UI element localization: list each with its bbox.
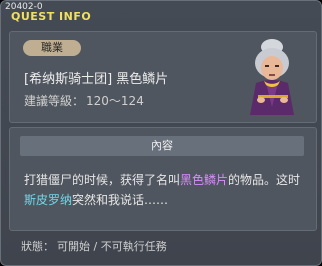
npc-portrait: [250, 39, 294, 115]
quest-content-panel: 內容 打猎僵尸的时候，获得了名叫黑色鳞片的物品。这时斯皮罗纳突然和我说话……: [9, 127, 317, 231]
npc-highlight: 斯皮罗纳: [24, 193, 73, 207]
description-text: 的物品。这时: [228, 173, 301, 187]
quest-summary-panel: 職業 [希纳斯骑士团] 黑色鳞片 建議等級： 120～124: [9, 31, 317, 123]
status-label: 狀態：: [21, 240, 54, 253]
description-text: 打猎僵尸的时候，获得了名叫: [24, 173, 181, 187]
status-value: 可開始 / 不可執行任務: [57, 240, 167, 253]
level-value: 120～124: [86, 94, 144, 108]
quest-status: 狀態： 可開始 / 不可執行任務: [21, 238, 170, 254]
job-badge: 職業: [23, 40, 81, 56]
item-highlight: 黑色鳞片: [180, 173, 229, 187]
quest-name: [希纳斯骑士团] 黑色鳞片: [24, 72, 169, 87]
quest-info-window: 20402-0 QUEST INFO 職業 [希纳斯骑士团] 黑色鳞片 建議等級…: [0, 0, 322, 266]
quest-description: 打猎僵尸的时候，获得了名叫黑色鳞片的物品。这时斯皮罗纳突然和我说话……: [24, 170, 306, 210]
window-title: QUEST INFO: [11, 10, 92, 23]
description-text: 突然和我说话……: [72, 193, 169, 207]
recommended-level: 建議等級： 120～124: [24, 92, 146, 109]
content-header: 內容: [20, 136, 304, 156]
level-label: 建議等級：: [24, 94, 85, 108]
